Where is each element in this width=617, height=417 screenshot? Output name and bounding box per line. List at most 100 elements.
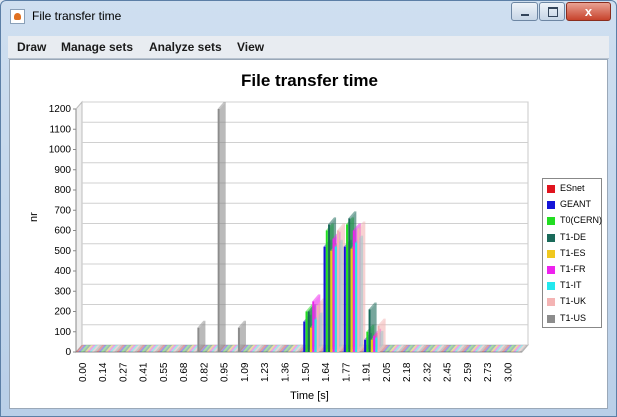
legend-swatch (547, 314, 555, 323)
legend-item: T0(CERN) (543, 213, 602, 229)
y-tick-label: 400 (54, 266, 71, 277)
bar (373, 335, 376, 352)
menu-analyze-sets[interactable]: Analyze sets (149, 40, 222, 54)
bar (352, 230, 355, 352)
legend-label: T1-FR (560, 263, 586, 274)
title-bar[interactable]: File transfer time x (1, 1, 616, 33)
bar (368, 309, 371, 352)
minimize-button[interactable] (511, 2, 538, 21)
bar (346, 224, 349, 352)
y-tick-label: 700 (54, 205, 71, 216)
bar (305, 311, 308, 352)
chart-legend: ESnet GEANT T0(CERN) T1-DE T1-ES T1-FR T1-IT T1… (542, 178, 602, 328)
x-tick-label: 0.95 (220, 362, 231, 382)
x-tick-label: 0.00 (78, 362, 89, 382)
x-tick-label: 0.55 (159, 362, 170, 382)
bar (348, 218, 351, 352)
bar (197, 327, 200, 352)
bar (355, 242, 358, 352)
legend-label: T1-US (560, 312, 587, 323)
legend-swatch (547, 298, 555, 307)
plot-side-wall (75, 100, 83, 354)
x-tick-label: 1.36 (281, 362, 292, 382)
legend-swatch (547, 217, 555, 226)
bar (366, 331, 369, 352)
x-tick-label: 1.64 (321, 362, 332, 382)
bar (357, 228, 360, 352)
y-tick-label: 100 (54, 327, 71, 338)
x-tick-label: 2.05 (382, 362, 393, 382)
bar (314, 319, 317, 352)
bar (325, 230, 328, 352)
legend-item: T1-FR (543, 262, 601, 278)
x-tick-label: 1.91 (362, 362, 373, 382)
menu-view[interactable]: View (237, 40, 264, 54)
x-tick-label: 2.45 (443, 362, 454, 382)
chart-panel: File transfer time 0 100 200 300 400 500 600 70… (9, 59, 608, 409)
bar (307, 311, 310, 352)
legend-item: GEANT (543, 197, 601, 213)
legend-label: T0(CERN) (560, 215, 602, 226)
bar (337, 230, 340, 352)
x-tick-label: 3.00 (504, 362, 515, 382)
bar (343, 246, 346, 352)
x-tick-label: 1.77 (341, 362, 352, 382)
bar (364, 339, 367, 352)
x-tick-label: 2.32 (422, 362, 433, 382)
bar (332, 238, 335, 352)
legend-label: T1-IT (560, 280, 582, 291)
bar (316, 305, 319, 352)
bar (377, 325, 380, 352)
java-cup-icon (10, 9, 25, 24)
chart-canvas: 0 100 200 300 400 500 600 700 800 900 1000 1100 1200… (49, 100, 530, 382)
y-tick-label: 600 (54, 226, 71, 237)
y-axis-label: nr (28, 212, 40, 222)
legend-item: T1-DE (543, 230, 601, 246)
x-axis-label: Time [s] (290, 390, 329, 402)
close-icon: x (584, 4, 593, 19)
legend-label: T1-ES (560, 247, 586, 258)
maximize-button[interactable] (539, 2, 565, 21)
legend-label: ESnet (560, 183, 585, 193)
bar (375, 337, 378, 352)
legend-item: T1-US (543, 311, 601, 327)
x-tick-label: 1.09 (240, 362, 251, 382)
bar-side (219, 102, 226, 352)
y-tick-label: 1000 (49, 145, 72, 156)
app-window: File transfer time x Draw Manage sets An… (0, 0, 617, 417)
legend-item: T1-UK (543, 294, 601, 310)
menu-manage-sets[interactable]: Manage sets (61, 40, 133, 54)
bar (217, 109, 220, 352)
y-tick-label: 1100 (49, 124, 71, 135)
bar (303, 321, 306, 352)
legend-item: T1-ES (543, 246, 601, 262)
x-tick-label: 0.41 (139, 362, 150, 382)
legend-swatch (547, 201, 555, 210)
legend-item: T1-IT (543, 278, 601, 294)
x-tick-label: 0.68 (179, 362, 190, 382)
close-button[interactable]: x (566, 2, 611, 21)
x-tick-label: 0.14 (98, 362, 109, 382)
legend-swatch (547, 282, 555, 291)
menu-draw[interactable]: Draw (17, 40, 46, 54)
bar (323, 246, 326, 352)
bar (370, 339, 373, 352)
y-tick-label: 900 (54, 165, 71, 176)
legend-swatch (547, 265, 555, 274)
y-tick-label: 0 (65, 347, 71, 358)
x-tick-label: 0.27 (118, 362, 129, 382)
bar (312, 301, 315, 352)
y-tick-label: 200 (54, 307, 71, 318)
legend-swatch (547, 233, 555, 242)
legend-item: ESnet (543, 181, 601, 197)
x-tick-label: 2.18 (402, 362, 413, 382)
bar-side (359, 221, 366, 352)
legend-swatch (547, 185, 555, 193)
bar (330, 250, 333, 352)
bar (328, 224, 331, 352)
bar (334, 246, 337, 352)
menu-bar: Draw Manage sets Analyze sets View (8, 36, 609, 59)
bar (350, 248, 353, 352)
x-tick-label: 2.73 (483, 362, 494, 382)
x-tick-label: 0.82 (199, 362, 210, 382)
